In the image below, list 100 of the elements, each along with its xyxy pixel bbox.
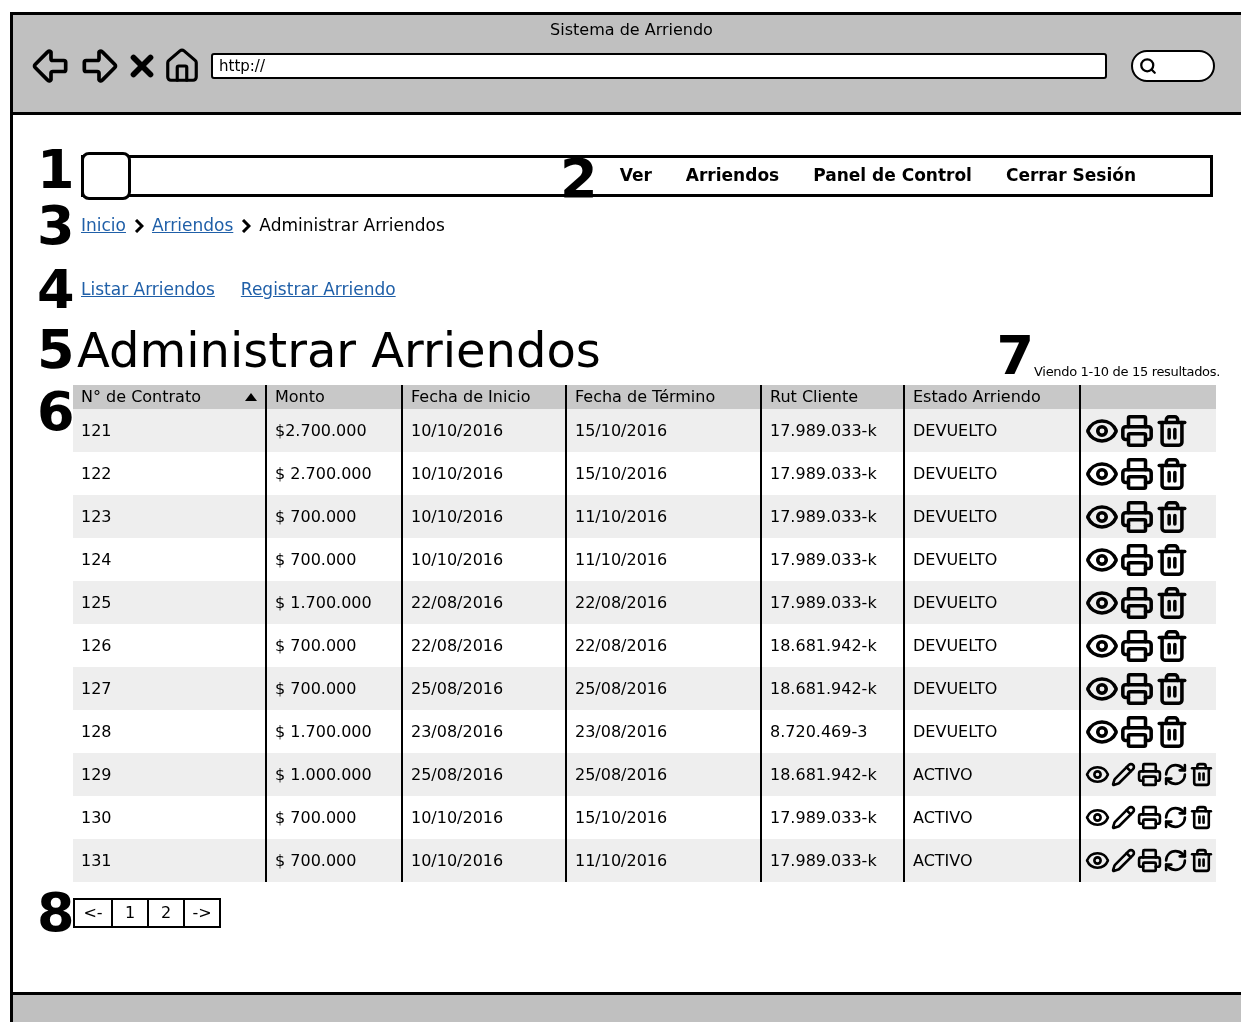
callout-number: 5 (37, 323, 76, 377)
refresh-icon[interactable] (1163, 848, 1188, 873)
nav-link[interactable]: Panel de Control (813, 163, 972, 189)
printer-icon[interactable] (1137, 805, 1162, 830)
table-cell-text: 130 (81, 806, 112, 829)
delete-icon[interactable] (1189, 762, 1214, 787)
table-cell-text: 10/10/2016 (411, 505, 504, 528)
window-title: Sistema de Arriendo (550, 19, 713, 41)
table-cell-text: 17.989.033-k (770, 849, 877, 872)
table-cell-text: 25/08/2016 (411, 763, 504, 786)
delete-icon[interactable] (1155, 499, 1189, 534)
table-cell-text: 22/08/2016 (411, 634, 504, 657)
delete-icon[interactable] (1155, 714, 1189, 749)
nav-link[interactable]: Cerrar Sesión (1005, 163, 1136, 189)
table-cell-text: 15/10/2016 (575, 462, 668, 485)
table-cell-text: 123 (81, 505, 112, 528)
search-field[interactable] (1131, 50, 1215, 82)
callout-number: 3 (37, 199, 76, 253)
table-cell-text: $ 1.700.000 (275, 591, 372, 614)
refresh-icon[interactable] (1163, 805, 1188, 830)
table-cell-text: DEVUELTO (913, 462, 998, 485)
printer-icon[interactable] (1120, 413, 1154, 448)
refresh-icon[interactable] (1163, 762, 1188, 787)
table-cell-text: 18.681.942-k (770, 634, 877, 657)
delete-icon[interactable] (1189, 848, 1214, 873)
table-cell-text: 18.681.942-k (770, 677, 877, 700)
delete-icon[interactable] (1155, 542, 1189, 577)
nav-link[interactable]: Arriendos (685, 163, 780, 189)
printer-icon[interactable] (1120, 499, 1154, 534)
table-cell-text: $ 700.000 (275, 806, 357, 829)
delete-icon[interactable] (1155, 413, 1189, 448)
table-cell-text: 129 (81, 763, 112, 786)
table-cell-text: $ 1.000.000 (275, 763, 372, 786)
table-cell-text: 17.989.033-k (770, 419, 877, 442)
printer-icon[interactable] (1120, 456, 1154, 491)
table-cell-text: DEVUELTO (913, 677, 998, 700)
table-cell-text: 121 (81, 419, 112, 442)
table-cell-text: 23/08/2016 (411, 720, 504, 743)
table-cell-text: 15/10/2016 (575, 806, 668, 829)
table-cell-text: 25/08/2016 (411, 677, 504, 700)
table-cell-text: 25/08/2016 (575, 763, 668, 786)
breadcrumb-current: Administrar Arriendos (259, 214, 445, 238)
table-cell-text: $ 700.000 (275, 505, 357, 528)
table-cell-text: ACTIVO (913, 763, 973, 786)
url-field[interactable]: http:// (211, 53, 1107, 79)
table-cell-text: 11/10/2016 (575, 548, 668, 571)
delete-icon[interactable] (1155, 585, 1189, 620)
delete-icon[interactable] (1155, 671, 1189, 706)
callout-number: 7 (996, 329, 1035, 383)
table-cell-text: DEVUELTO (913, 548, 998, 571)
table-cell-text: 17.989.033-k (770, 806, 877, 829)
table-cell-text: 128 (81, 720, 112, 743)
printer-icon[interactable] (1120, 671, 1154, 706)
column-header[interactable]: N° de Contrato (73, 385, 265, 409)
action-link[interactable]: Listar Arriendos (81, 277, 215, 303)
chevron-icon (134, 219, 144, 233)
table-cell-text: 10/10/2016 (411, 462, 504, 485)
nav-link[interactable]: Ver (619, 163, 652, 189)
table-cell-text: 23/08/2016 (575, 720, 668, 743)
delete-icon[interactable] (1155, 628, 1189, 663)
breadcrumb-link[interactable]: Arriendos (152, 213, 234, 239)
table-cell-text: ACTIVO (913, 806, 973, 829)
table-cell-text: $ 700.000 (275, 634, 357, 657)
callout-number: 4 (37, 263, 76, 317)
table-cell-text: 22/08/2016 (575, 591, 668, 614)
table-cell-text: 126 (81, 634, 112, 657)
table-cell-text: 18.681.942-k (770, 763, 877, 786)
delete-icon[interactable] (1189, 805, 1214, 830)
pencil-icon[interactable] (1111, 848, 1136, 873)
breadcrumb-link[interactable]: Inicio (81, 213, 126, 239)
callout-number: 8 (37, 886, 73, 940)
table-cell-text: 10/10/2016 (411, 419, 504, 442)
table-cell-text: $ 700.000 (275, 677, 357, 700)
table-cell-text: 17.989.033-k (770, 505, 877, 528)
printer-icon[interactable] (1120, 714, 1154, 749)
printer-icon[interactable] (1137, 848, 1162, 873)
results-summary: Viendo 1-10 de 15 resultados. (1034, 363, 1220, 381)
table-cell-text: ACTIVO (913, 849, 973, 872)
table-cell-text: 125 (81, 591, 112, 614)
table-cell-text: DEVUELTO (913, 720, 998, 743)
table-cell-text: $2.700.000 (275, 419, 367, 442)
table-cell-text: 17.989.033-k (770, 591, 877, 614)
table-cell-text: DEVUELTO (913, 634, 998, 657)
home-icon[interactable] (163, 47, 201, 85)
printer-icon[interactable] (1120, 542, 1154, 577)
printer-icon[interactable] (1137, 762, 1162, 787)
delete-icon[interactable] (1155, 456, 1189, 491)
table-cell-text: DEVUELTO (913, 591, 998, 614)
table-cell-text: 22/08/2016 (575, 634, 668, 657)
printer-icon[interactable] (1120, 628, 1154, 663)
action-link[interactable]: Registrar Arriendo (240, 277, 396, 303)
printer-icon[interactable] (1120, 585, 1154, 620)
table-cell-text: 122 (81, 462, 112, 485)
pencil-icon[interactable] (1111, 762, 1136, 787)
table-cell-text: 17.989.033-k (770, 548, 877, 571)
table-cell-text: 131 (81, 849, 112, 872)
table-cell-text: $ 2.700.000 (275, 462, 372, 485)
table-cell-text: 10/10/2016 (411, 548, 504, 571)
pencil-icon[interactable] (1111, 805, 1136, 830)
callout-number: 6 (37, 385, 73, 445)
